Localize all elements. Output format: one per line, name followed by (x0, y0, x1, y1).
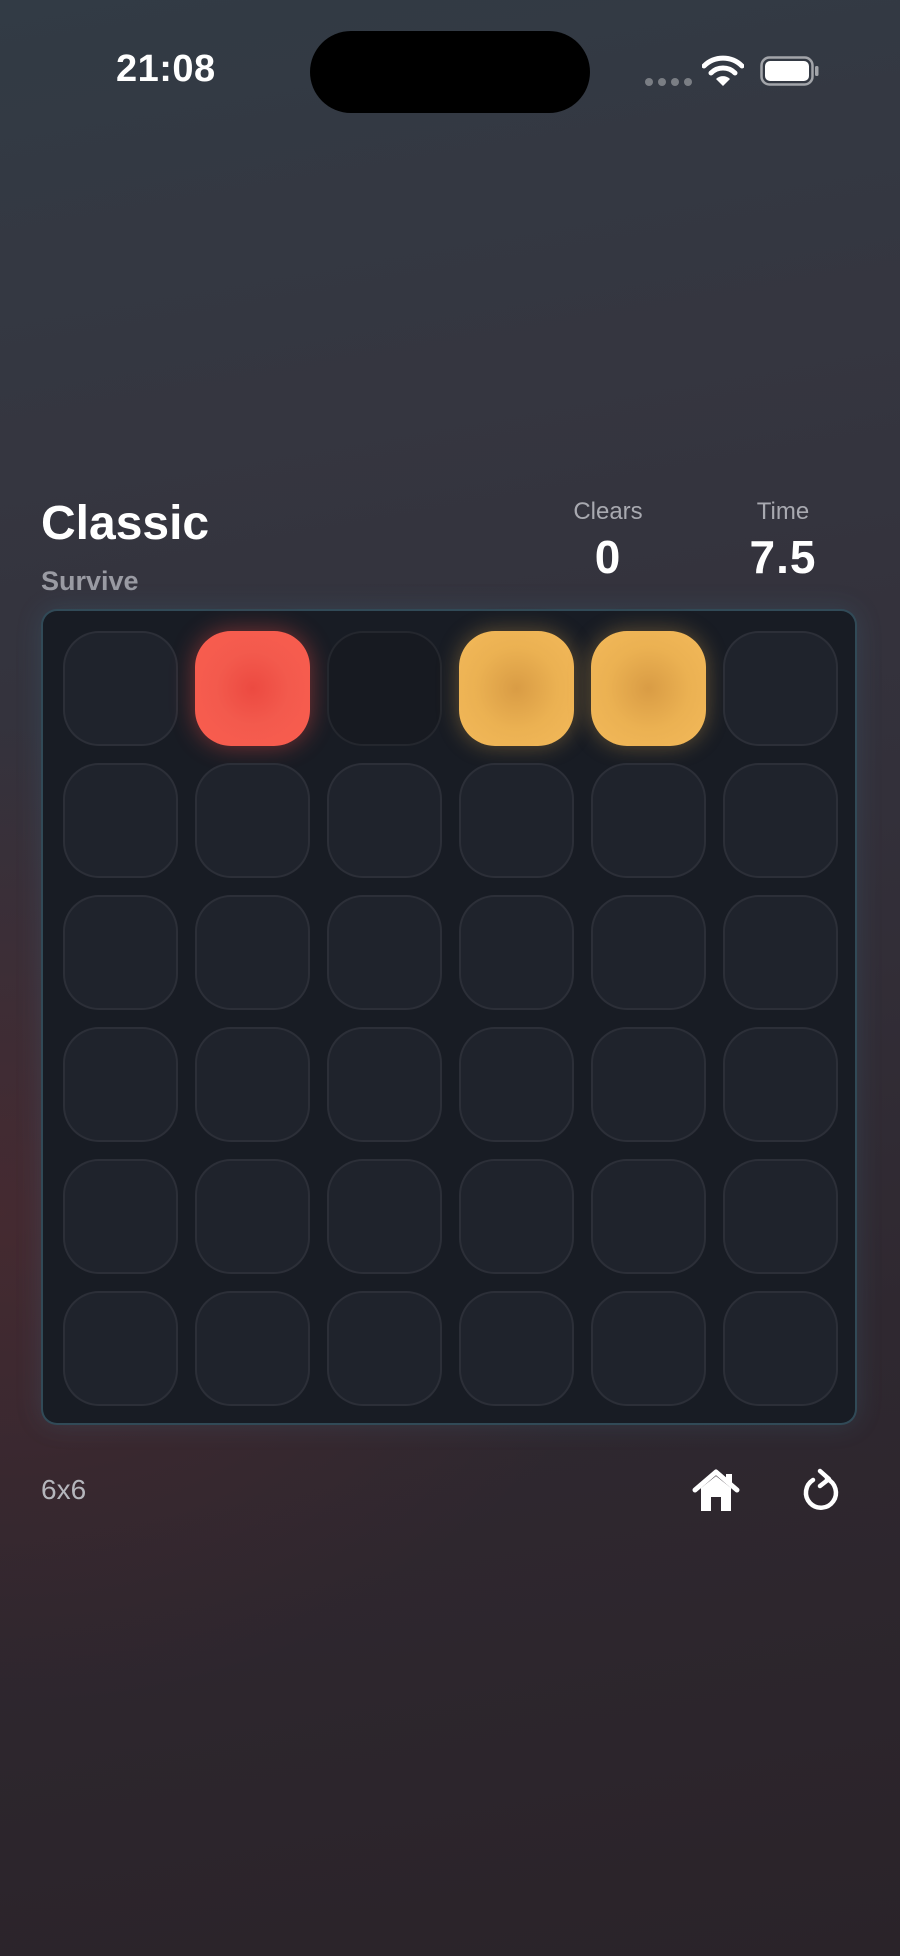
grid-size-label: 6x6 (41, 1474, 87, 1505)
board-cell-r2-c6[interactable] (723, 763, 838, 878)
board-cell-r3-c1[interactable] (63, 895, 178, 1010)
mode-subtitle: Survive (41, 566, 139, 596)
board-cell-r4-c3[interactable] (327, 1027, 442, 1142)
board-cell-r4-c4[interactable] (459, 1027, 574, 1142)
board-cell-r1-c4[interactable] (459, 631, 574, 746)
board-cell-r4-c1[interactable] (63, 1027, 178, 1142)
board-cell-r1-c3[interactable] (327, 631, 442, 746)
restart-icon (803, 1468, 839, 1510)
clears-stat: Clears 0 (538, 498, 678, 584)
board-cell-r1-c5[interactable] (591, 631, 706, 746)
board-cell-r4-c6[interactable] (723, 1027, 838, 1142)
board-cell-r5-c6[interactable] (723, 1159, 838, 1274)
board-cell-r5-c4[interactable] (459, 1159, 574, 1274)
board-cell-r6-c1[interactable] (63, 1291, 178, 1406)
board-cell-r4-c5[interactable] (591, 1027, 706, 1142)
board-cell-r2-c4[interactable] (459, 763, 574, 878)
time-label: Time (756, 498, 810, 525)
game-board (41, 609, 857, 1425)
board-cell-r6-c6[interactable] (723, 1291, 838, 1406)
board-cell-r6-c4[interactable] (459, 1291, 574, 1406)
status-time: 21:08 (116, 48, 216, 90)
board-cell-r5-c1[interactable] (63, 1159, 178, 1274)
board-cell-r1-c1[interactable] (63, 631, 178, 746)
clears-value: 0 (594, 531, 622, 583)
board-cell-r2-c2[interactable] (195, 763, 310, 878)
clears-label: Clears (573, 498, 643, 525)
board-cell-r3-c2[interactable] (195, 895, 310, 1010)
home-icon (692, 1469, 740, 1511)
board-cell-r6-c2[interactable] (195, 1291, 310, 1406)
board-cell-r1-c2[interactable] (195, 631, 310, 746)
board-cell-r5-c5[interactable] (591, 1159, 706, 1274)
battery-icon (760, 56, 819, 86)
board-cell-r6-c3[interactable] (327, 1291, 442, 1406)
board-cell-r2-c1[interactable] (63, 763, 178, 878)
board-cell-r3-c4[interactable] (459, 895, 574, 1010)
board-cell-r5-c3[interactable] (327, 1159, 442, 1274)
board-cell-r6-c5[interactable] (591, 1291, 706, 1406)
cellular-signal-icon (645, 78, 692, 86)
dynamic-island (310, 31, 590, 113)
board-cell-r2-c5[interactable] (591, 763, 706, 878)
board-cell-r3-c5[interactable] (591, 895, 706, 1010)
board-cell-r3-c3[interactable] (327, 895, 442, 1010)
time-value: 7.5 (749, 531, 817, 583)
board-cell-r4-c2[interactable] (195, 1027, 310, 1142)
board-cell-r3-c6[interactable] (723, 895, 838, 1010)
board-cell-r2-c3[interactable] (327, 763, 442, 878)
home-button[interactable] (689, 1466, 743, 1516)
time-stat: Time 7.5 (713, 498, 853, 584)
restart-button[interactable] (793, 1466, 847, 1516)
board-cell-r5-c2[interactable] (195, 1159, 310, 1274)
wifi-icon (702, 55, 744, 86)
mode-title: Classic (41, 497, 210, 550)
board-cell-r1-c6[interactable] (723, 631, 838, 746)
